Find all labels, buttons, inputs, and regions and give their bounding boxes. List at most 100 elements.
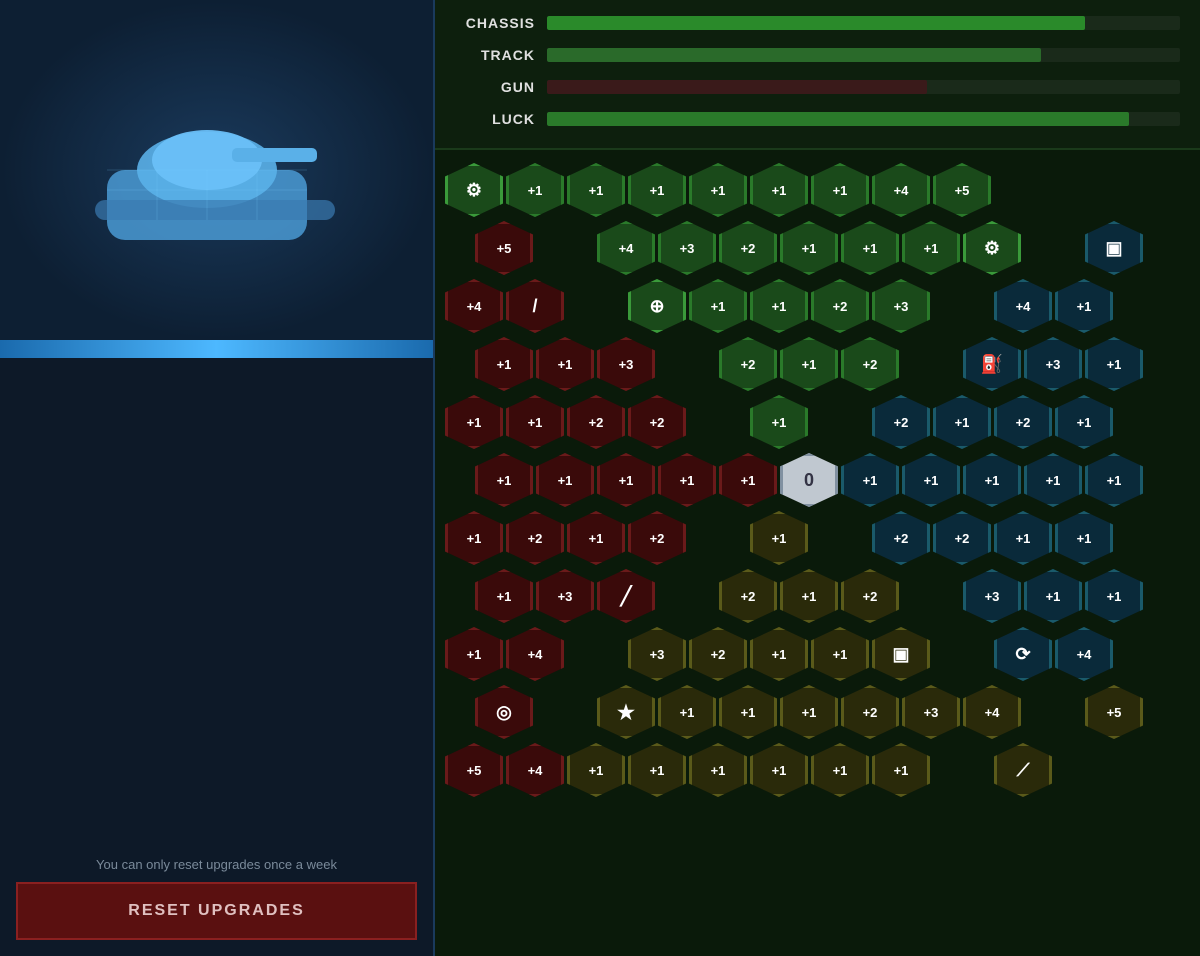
hex-cell-9-10[interactable]: +5: [1085, 685, 1143, 739]
reset-upgrades-button[interactable]: RESET UPGRADES: [16, 882, 417, 940]
hex-cell-5-5[interactable]: 0: [780, 453, 838, 507]
hex-cell-6-5[interactable]: +1: [750, 511, 808, 565]
hex-cell-7-5[interactable]: +1: [780, 569, 838, 623]
hex-cell-8-1[interactable]: +4: [506, 627, 564, 681]
hex-cell-9-7[interactable]: +3: [902, 685, 960, 739]
hex-cell-3-10[interactable]: +1: [1085, 337, 1143, 391]
hex-cell-10-2[interactable]: +1: [567, 743, 625, 797]
hex-cell-10-6[interactable]: +1: [811, 743, 869, 797]
hex-cell-9-4[interactable]: +1: [719, 685, 777, 739]
hex-cell-6-3[interactable]: +2: [628, 511, 686, 565]
hex-cell-3-9[interactable]: +3: [1024, 337, 1082, 391]
hex-cell-5-10[interactable]: +1: [1085, 453, 1143, 507]
hex-cell-2-7[interactable]: +3: [872, 279, 930, 333]
hex-cell-0-5[interactable]: +1: [750, 163, 808, 217]
hex-cell-9-0[interactable]: ◎: [475, 685, 533, 739]
hex-cell-1-8[interactable]: ⚙: [963, 221, 1021, 275]
hex-cell-0-1[interactable]: +1: [506, 163, 564, 217]
hex-cell-6-0[interactable]: +1: [445, 511, 503, 565]
hex-cell-10-0[interactable]: +5: [445, 743, 503, 797]
hex-cell-8-9[interactable]: ⟳: [994, 627, 1052, 681]
hex-cell-5-2[interactable]: +1: [597, 453, 655, 507]
hex-cell-4-7[interactable]: +2: [872, 395, 930, 449]
hex-cell-6-1[interactable]: +2: [506, 511, 564, 565]
hex-cell-0-3[interactable]: +1: [628, 163, 686, 217]
hex-cell-1-10[interactable]: ▣: [1085, 221, 1143, 275]
hex-cell-4-2[interactable]: +2: [567, 395, 625, 449]
hex-cell-2-1[interactable]: /: [506, 279, 564, 333]
hex-cell-1-2[interactable]: +4: [597, 221, 655, 275]
hex-cell-6-2[interactable]: +1: [567, 511, 625, 565]
hex-cell-9-5[interactable]: +1: [780, 685, 838, 739]
hex-cell-8-4[interactable]: +2: [689, 627, 747, 681]
hex-cell-5-0[interactable]: +1: [475, 453, 533, 507]
hex-cell-6-9[interactable]: +1: [994, 511, 1052, 565]
hex-cell-6-8[interactable]: +2: [933, 511, 991, 565]
hex-cell-7-6[interactable]: +2: [841, 569, 899, 623]
hex-cell-7-9[interactable]: +1: [1024, 569, 1082, 623]
hex-cell-3-4[interactable]: +2: [719, 337, 777, 391]
hex-cell-2-5[interactable]: +1: [750, 279, 808, 333]
hex-cell-5-7[interactable]: +1: [902, 453, 960, 507]
hex-cell-3-2[interactable]: +3: [597, 337, 655, 391]
hex-cell-2-4[interactable]: +1: [689, 279, 747, 333]
hex-cell-2-6[interactable]: +2: [811, 279, 869, 333]
hex-cell-10-5[interactable]: +1: [750, 743, 808, 797]
hex-cell-9-2[interactable]: ★: [597, 685, 655, 739]
hex-cell-9-8[interactable]: +4: [963, 685, 1021, 739]
hex-cell-4-8[interactable]: +1: [933, 395, 991, 449]
hex-cell-3-1[interactable]: +1: [536, 337, 594, 391]
hex-cell-2-9[interactable]: +4: [994, 279, 1052, 333]
hex-cell-1-0[interactable]: +5: [475, 221, 533, 275]
hex-cell-0-4[interactable]: +1: [689, 163, 747, 217]
hex-cell-5-9[interactable]: +1: [1024, 453, 1082, 507]
hex-cell-7-4[interactable]: +2: [719, 569, 777, 623]
hex-cell-5-6[interactable]: +1: [841, 453, 899, 507]
hex-cell-7-10[interactable]: +1: [1085, 569, 1143, 623]
hex-cell-8-5[interactable]: +1: [750, 627, 808, 681]
hex-cell-7-8[interactable]: +3: [963, 569, 1021, 623]
hex-cell-0-8[interactable]: +5: [933, 163, 991, 217]
hex-cell-0-7[interactable]: +4: [872, 163, 930, 217]
hex-cell-2-0[interactable]: +4: [445, 279, 503, 333]
hex-cell-10-7[interactable]: +1: [872, 743, 930, 797]
hex-cell-8-6[interactable]: +1: [811, 627, 869, 681]
hex-cell-1-6[interactable]: +1: [841, 221, 899, 275]
hex-cell-1-5[interactable]: +1: [780, 221, 838, 275]
hex-cell-1-7[interactable]: +1: [902, 221, 960, 275]
hex-cell-8-7[interactable]: ▣: [872, 627, 930, 681]
hex-cell-3-8[interactable]: ⛽: [963, 337, 1021, 391]
hex-cell-6-10[interactable]: +1: [1055, 511, 1113, 565]
hex-cell-5-1[interactable]: +1: [536, 453, 594, 507]
hex-cell-5-4[interactable]: +1: [719, 453, 777, 507]
hex-cell-10-3[interactable]: +1: [628, 743, 686, 797]
hex-cell-6-7[interactable]: +2: [872, 511, 930, 565]
hex-cell-0-6[interactable]: +1: [811, 163, 869, 217]
hex-cell-10-9[interactable]: ⟋: [994, 743, 1052, 797]
hex-cell-10-1[interactable]: +4: [506, 743, 564, 797]
hex-cell-3-0[interactable]: +1: [475, 337, 533, 391]
hex-cell-3-5[interactable]: +1: [780, 337, 838, 391]
hex-cell-4-9[interactable]: +2: [994, 395, 1052, 449]
hex-cell-8-3[interactable]: +3: [628, 627, 686, 681]
hex-cell-2-10[interactable]: +1: [1055, 279, 1113, 333]
hex-cell-0-2[interactable]: +1: [567, 163, 625, 217]
hex-cell-8-10[interactable]: +4: [1055, 627, 1113, 681]
hex-cell-4-0[interactable]: +1: [445, 395, 503, 449]
hex-cell-0-0[interactable]: ⚙: [445, 163, 503, 217]
hex-cell-5-8[interactable]: +1: [963, 453, 1021, 507]
hex-cell-7-2[interactable]: ╱: [597, 569, 655, 623]
hex-cell-1-4[interactable]: +2: [719, 221, 777, 275]
hex-cell-3-6[interactable]: +2: [841, 337, 899, 391]
hex-cell-4-1[interactable]: +1: [506, 395, 564, 449]
hex-cell-2-3[interactable]: ⊕: [628, 279, 686, 333]
hex-cell-7-0[interactable]: +1: [475, 569, 533, 623]
hex-cell-4-5[interactable]: +1: [750, 395, 808, 449]
hex-cell-4-10[interactable]: +1: [1055, 395, 1113, 449]
hex-cell-8-0[interactable]: +1: [445, 627, 503, 681]
hex-cell-9-3[interactable]: +1: [658, 685, 716, 739]
hex-cell-7-1[interactable]: +3: [536, 569, 594, 623]
hex-cell-1-3[interactable]: +3: [658, 221, 716, 275]
hex-cell-5-3[interactable]: +1: [658, 453, 716, 507]
hex-cell-10-4[interactable]: +1: [689, 743, 747, 797]
